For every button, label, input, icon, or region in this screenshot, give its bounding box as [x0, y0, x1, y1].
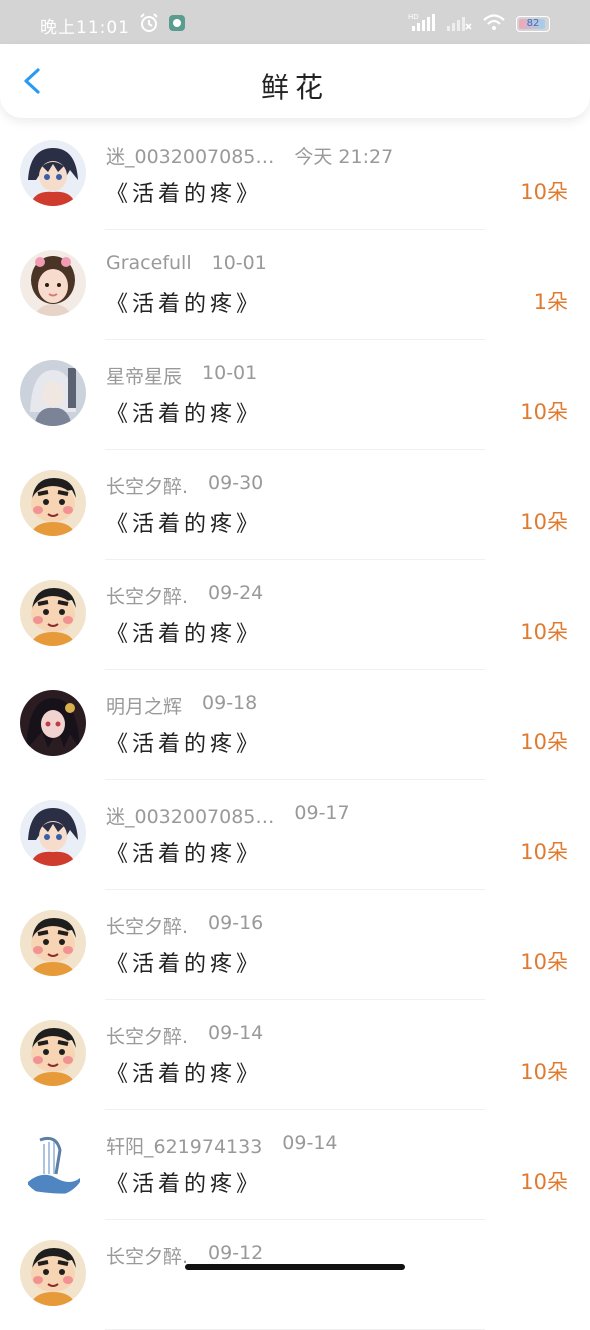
meta-line: 轩阳_621974133 09-14 [106, 1132, 338, 1159]
avatar[interactable] [20, 140, 86, 206]
book-title[interactable]: 《活着的疼》 [106, 176, 262, 208]
nav-bar: 鲜花 [0, 44, 590, 118]
book-title[interactable]: 《活着的疼》 [106, 506, 262, 538]
wifi-icon [482, 12, 506, 35]
avatar[interactable] [20, 470, 86, 536]
username[interactable]: 迷_0032007085… [106, 802, 274, 829]
list-item[interactable]: 长空夕醉. 09-12 [0, 1220, 590, 1330]
avatar[interactable] [20, 1240, 86, 1306]
timestamp: 09-30 [208, 472, 264, 494]
book-title[interactable]: 《活着的疼》 [106, 726, 262, 758]
list-item[interactable]: 迷_0032007085… 今天 21:27 《活着的疼》 10朵 [0, 120, 590, 230]
timestamp: 今天 21:27 [294, 146, 394, 168]
book-title[interactable]: 《活着的疼》 [106, 1056, 262, 1088]
timestamp: 09-14 [282, 1132, 338, 1154]
flower-count: 10朵 [520, 1060, 568, 1084]
meta-line: 长空夕醉. 09-16 [106, 912, 263, 939]
avatar[interactable] [20, 360, 86, 426]
flower-count: 10朵 [520, 510, 568, 534]
flower-count: 10朵 [520, 730, 568, 754]
username[interactable]: 迷_0032007085… [106, 142, 274, 169]
avatar[interactable] [20, 910, 86, 976]
book-title[interactable]: 《活着的疼》 [106, 1166, 262, 1198]
list-item[interactable]: 长空夕醉. 09-30 《活着的疼》 10朵 [0, 450, 590, 560]
username[interactable]: 长空夕醉. [106, 1022, 188, 1049]
flower-count: 10朵 [520, 1170, 568, 1194]
timestamp: 09-14 [208, 1022, 264, 1044]
meta-line: 迷_0032007085… 今天 21:27 [106, 142, 393, 169]
no-signal-icon [446, 12, 472, 35]
list-item[interactable]: 星帝星辰 10-01 《活着的疼》 10朵 [0, 340, 590, 450]
battery-level: 82 [526, 17, 540, 29]
flower-count: 10朵 [520, 620, 568, 644]
battery-icon: 82 [516, 15, 550, 32]
username[interactable]: 长空夕醉. [106, 582, 188, 609]
meta-line: Gracefull 10-01 [106, 252, 267, 274]
svg-text:HD: HD [408, 13, 419, 21]
avatar[interactable] [20, 250, 86, 316]
flower-count: 10朵 [520, 950, 568, 974]
meta-line: 长空夕醉. 09-30 [106, 472, 263, 499]
status-time: 晚上11:01 [40, 18, 130, 38]
timestamp: 09-24 [208, 582, 264, 604]
username[interactable]: 轩阳_621974133 [106, 1132, 262, 1159]
list-item[interactable]: 长空夕醉. 09-24 《活着的疼》 10朵 [0, 560, 590, 670]
book-title[interactable]: 《活着的疼》 [106, 286, 262, 318]
status-left: 晚上11:01 [40, 12, 186, 39]
timestamp: 09-16 [208, 912, 264, 934]
username[interactable]: Gracefull [106, 252, 192, 274]
meta-line: 长空夕醉. 09-14 [106, 1022, 263, 1049]
timestamp: 09-17 [294, 802, 350, 824]
avatar[interactable] [20, 1020, 86, 1086]
flower-list: 迷_0032007085… 今天 21:27 《活着的疼》 10朵 Gracefull… [0, 120, 590, 1330]
flower-count: 1朵 [533, 290, 568, 314]
hd-signal-icon: HD [408, 12, 436, 35]
book-title[interactable]: 《活着的疼》 [106, 836, 262, 868]
avatar[interactable] [20, 1130, 86, 1196]
username[interactable]: 长空夕醉. [106, 472, 188, 499]
list-item[interactable]: 迷_0032007085… 09-17 《活着的疼》 10朵 [0, 780, 590, 890]
avatar[interactable] [20, 800, 86, 866]
username[interactable]: 长空夕醉. [106, 912, 188, 939]
avatar[interactable] [20, 580, 86, 646]
flower-count: 10朵 [520, 400, 568, 424]
username[interactable]: 星帝星辰 [106, 362, 182, 389]
list-item[interactable]: 长空夕醉. 09-14 《活着的疼》 10朵 [0, 1000, 590, 1110]
app-notification-icon [168, 14, 186, 37]
list-item[interactable]: 轩阳_621974133 09-14 《活着的疼》 10朵 [0, 1110, 590, 1220]
timestamp: 09-18 [202, 692, 258, 714]
book-title[interactable]: 《活着的疼》 [106, 616, 262, 648]
flower-count: 10朵 [520, 180, 568, 204]
avatar[interactable] [20, 690, 86, 756]
meta-line: 迷_0032007085… 09-17 [106, 802, 350, 829]
meta-line: 明月之辉 09-18 [106, 692, 257, 719]
meta-line: 长空夕醉. 09-24 [106, 582, 263, 609]
list-item[interactable]: 明月之辉 09-18 《活着的疼》 10朵 [0, 670, 590, 780]
page-title: 鲜花 [260, 71, 329, 104]
meta-line: 星帝星辰 10-01 [106, 362, 257, 389]
list-item[interactable]: 长空夕醉. 09-16 《活着的疼》 10朵 [0, 890, 590, 1000]
list-item[interactable]: Gracefull 10-01 《活着的疼》 1朵 [0, 230, 590, 340]
book-title[interactable]: 《活着的疼》 [106, 396, 262, 428]
flower-count: 10朵 [520, 840, 568, 864]
home-indicator[interactable] [185, 1264, 405, 1270]
status-bar: 晚上11:01 HD 82 [0, 0, 590, 44]
book-title[interactable]: 《活着的疼》 [106, 946, 262, 978]
status-right: HD 82 [408, 12, 550, 35]
alarm-icon [138, 12, 160, 39]
timestamp: 10-01 [211, 252, 267, 274]
timestamp: 10-01 [202, 362, 258, 384]
username[interactable]: 明月之辉 [106, 692, 182, 719]
username[interactable]: 长空夕醉. [106, 1242, 188, 1269]
